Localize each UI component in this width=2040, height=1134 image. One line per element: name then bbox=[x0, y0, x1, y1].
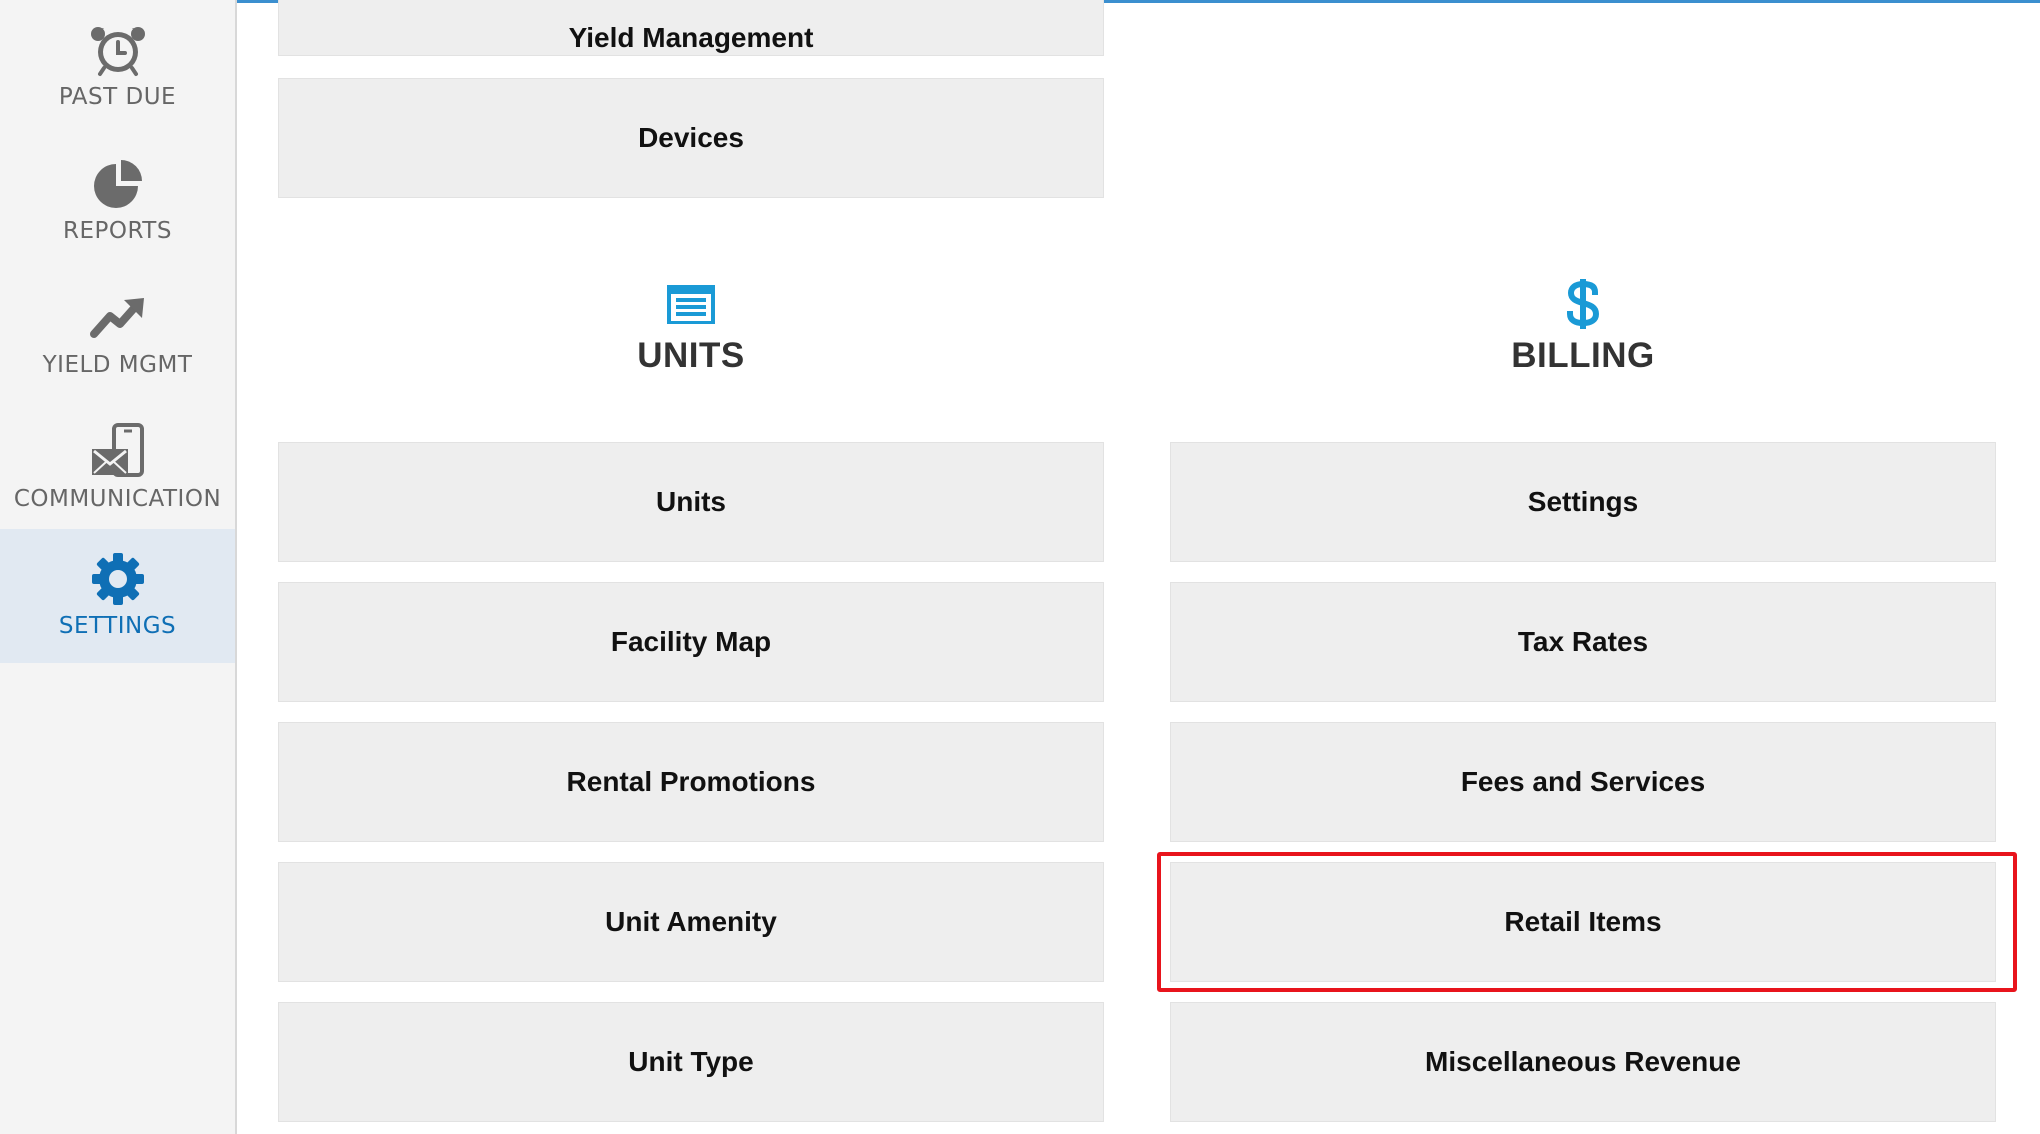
tile-label: Unit Amenity bbox=[605, 906, 777, 937]
pie-chart-icon bbox=[88, 154, 148, 214]
tile-unit-amenity[interactable]: Unit Amenity bbox=[278, 862, 1104, 982]
sidebar-item-reports[interactable]: REPORTS bbox=[0, 134, 235, 268]
section-title: BILLING bbox=[1511, 336, 1655, 375]
tile-label: Yield Management bbox=[568, 22, 814, 53]
tile-label: Retail Items bbox=[1504, 906, 1662, 937]
tile-label: Devices bbox=[638, 122, 744, 153]
alarm-clock-icon bbox=[88, 20, 148, 80]
sidebar-item-yield-mgmt[interactable]: YIELD MGMT bbox=[0, 268, 235, 402]
phone-mail-icon bbox=[88, 422, 148, 482]
sidebar-item-past-due[interactable]: PAST DUE bbox=[0, 0, 235, 134]
tile-label: Fees and Services bbox=[1460, 766, 1706, 797]
tile-label: Tax Rates bbox=[1517, 626, 1649, 657]
tile-unit-type[interactable]: Unit Type bbox=[278, 1002, 1104, 1122]
sidebar-item-label: REPORTS bbox=[63, 218, 172, 244]
tile-devices[interactable]: Devices bbox=[278, 78, 1104, 198]
sidebar-item-label: YIELD MGMT bbox=[42, 352, 193, 378]
dollar-icon bbox=[1553, 278, 1613, 330]
tile-label: Facility Map bbox=[610, 626, 772, 657]
section-header-units: UNITS bbox=[278, 278, 1104, 376]
tile-label: Miscellaneous Revenue bbox=[1425, 1046, 1741, 1077]
sidebar-item-label: SETTINGS bbox=[58, 613, 177, 639]
gear-icon bbox=[88, 549, 148, 609]
tile-label: Units bbox=[656, 486, 726, 517]
tile-yield-management[interactable]: Yield Management bbox=[278, 0, 1104, 56]
tile-rental-promotions[interactable]: Rental Promotions bbox=[278, 722, 1104, 842]
sidebar-item-label: COMMUNICATION bbox=[13, 486, 222, 512]
tile-label: Settings bbox=[1527, 486, 1639, 517]
sidebar-item-communication[interactable]: COMMUNICATION bbox=[0, 402, 235, 536]
tile-label: Rental Promotions bbox=[566, 766, 816, 797]
tile-retail-items[interactable]: Retail Items bbox=[1170, 862, 1996, 982]
sidebar: PAST DUE REPORTS YIELD MGMT COMMUNICATIO… bbox=[0, 0, 237, 1134]
tile-fees-and-services[interactable]: Fees and Services bbox=[1170, 722, 1996, 842]
tile-miscellaneous-revenue[interactable]: Miscellaneous Revenue bbox=[1170, 1002, 1996, 1122]
trend-up-icon bbox=[88, 288, 148, 348]
tile-units[interactable]: Units bbox=[278, 442, 1104, 562]
tile-label: Unit Type bbox=[628, 1046, 754, 1077]
sidebar-item-settings[interactable]: SETTINGS bbox=[0, 529, 235, 663]
section-header-billing: BILLING bbox=[1170, 278, 1996, 376]
sidebar-item-label: PAST DUE bbox=[58, 84, 177, 110]
tile-facility-map[interactable]: Facility Map bbox=[278, 582, 1104, 702]
storage-unit-icon bbox=[661, 278, 721, 330]
tile-billing-settings[interactable]: Settings bbox=[1170, 442, 1996, 562]
section-title: UNITS bbox=[637, 336, 745, 375]
tile-tax-rates[interactable]: Tax Rates bbox=[1170, 582, 1996, 702]
